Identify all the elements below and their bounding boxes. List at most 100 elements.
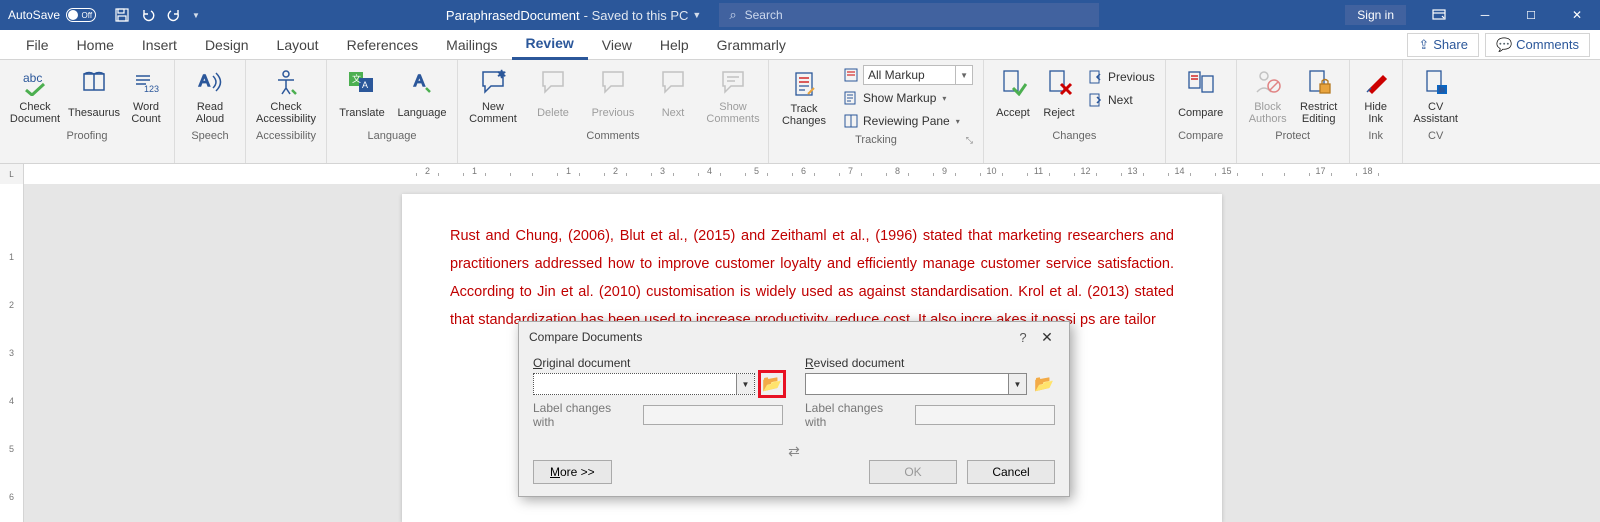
previous-change-button[interactable]: Previous [1084,66,1159,88]
autosave-toggle[interactable]: AutoSave Off [8,8,96,22]
chevron-down-icon[interactable]: ▼ [736,374,754,394]
delete-comment-button: Delete [524,64,582,128]
thesaurus-button[interactable]: Thesaurus [66,64,122,128]
toggle-switch[interactable]: Off [66,8,96,22]
group-comments: ✶ New Comment Delete Previous Next Show … [458,60,769,163]
svg-text:文: 文 [352,73,361,84]
ok-button[interactable]: OK [869,460,957,484]
vertical-ruler[interactable]: 123456 [0,184,24,522]
read-aloud-button[interactable]: A Read Aloud [181,64,239,128]
accept-button[interactable]: Accept [990,64,1036,128]
translate-button[interactable]: 文A Translate [333,64,391,128]
next-icon [1088,92,1104,108]
reject-button[interactable]: Reject [1038,64,1080,128]
share-icon: ⇪ [1418,37,1429,53]
revised-document-label: Revised document [805,356,1055,370]
chevron-down-icon[interactable]: ▾ [956,117,960,126]
block-authors-icon [1252,66,1284,98]
show-markup-button[interactable]: Show Markup▾ [839,87,977,109]
group-ink: Hide Ink Ink [1350,60,1403,163]
tab-references[interactable]: References [333,30,433,60]
check-accessibility-button[interactable]: Check Accessibility [252,64,320,128]
cancel-button[interactable]: Cancel [967,460,1055,484]
tab-grammarly[interactable]: Grammarly [703,30,800,60]
share-button[interactable]: ⇪Share [1407,33,1479,57]
word-count-button[interactable]: 123 Word Count [124,64,168,128]
save-icon[interactable] [114,7,130,23]
track-changes-button[interactable]: Track Changes [775,66,833,130]
track-changes-icon [788,68,820,100]
restrict-editing-icon [1303,66,1335,98]
help-button[interactable]: ? [1011,330,1035,345]
ribbon-display-options-icon[interactable] [1416,0,1462,30]
label-changes-with-revised: Label changes with [805,401,907,429]
reviewing-pane-icon [843,113,859,129]
previous-comment-icon [597,66,629,98]
svg-text:✶: ✶ [497,69,506,81]
next-comment-icon [657,66,689,98]
close-dialog-button[interactable]: ✕ [1035,329,1059,346]
tab-file[interactable]: File [12,30,63,60]
browse-original-folder-icon[interactable]: 📂 [761,373,783,395]
label-changes-with-original: Label changes with [533,401,635,429]
accept-icon [997,66,1029,98]
document-body-text[interactable]: Rust and Chung, (2006), Blut et al., (20… [450,222,1174,334]
undo-icon[interactable] [140,7,156,23]
ribbon-tabs: File Home Insert Design Layout Reference… [0,30,1600,60]
revised-document-combo[interactable]: ▼ [805,373,1027,395]
group-protect: Block Authors Restrict Editing Protect [1237,60,1350,163]
browse-revised-folder-icon[interactable]: 📂 [1033,373,1055,395]
tab-home[interactable]: Home [63,30,128,60]
next-change-button[interactable]: Next [1084,89,1159,111]
comments-button[interactable]: 💬Comments [1485,33,1590,57]
show-markup-icon [843,90,859,106]
redo-icon[interactable] [166,7,182,23]
group-speech: A Read Aloud Speech [175,60,246,163]
dialog-launcher-icon[interactable]: ⤡ [966,132,973,148]
swap-icon[interactable]: ⇄ [519,443,1069,460]
document-title[interactable]: ParaphrasedDocument - Saved to this PC ▼ [446,8,701,23]
chevron-down-icon[interactable]: ▼ [1008,374,1026,394]
show-comments-icon [717,66,749,98]
new-comment-button[interactable]: ✶ New Comment [464,64,522,128]
next-comment-button: Next [644,64,702,128]
group-language: 文A Translate A Language Language [327,60,458,163]
qat-dropdown-icon[interactable]: ▼ [192,11,200,20]
sign-in-button[interactable]: Sign in [1345,5,1406,25]
display-for-review-dropdown[interactable]: All Markup▼ [839,64,977,86]
chevron-down-icon[interactable]: ▼ [955,66,968,84]
restrict-editing-button[interactable]: Restrict Editing [1295,64,1343,128]
group-accessibility: Check Accessibility Accessibility [246,60,327,163]
check-document-button[interactable]: abc Check Document [6,64,64,128]
horizontal-ruler[interactable]: L 211234567891011121314151718 [0,164,1600,184]
tab-insert[interactable]: Insert [128,30,191,60]
more-button[interactable]: More >> [533,460,612,484]
thesaurus-icon [78,66,110,98]
spellcheck-icon: abc [19,66,51,98]
reviewing-pane-button[interactable]: Reviewing Pane▾ [839,110,977,132]
cv-assistant-button[interactable]: in CV Assistant [1409,64,1463,128]
tab-mailings[interactable]: Mailings [432,30,511,60]
accessibility-icon [270,66,302,98]
chevron-down-icon[interactable]: ▼ [692,10,701,20]
original-document-combo[interactable]: ▼ [533,373,755,395]
maximize-button[interactable]: ☐ [1508,0,1554,30]
svg-text:abc: abc [23,71,42,85]
language-button[interactable]: A Language [393,64,451,128]
group-tracking: Track Changes All Markup▼ Show Markup▾ R… [769,60,984,163]
compare-button[interactable]: Compare [1172,64,1230,128]
ruler-corner: L [0,164,24,184]
cv-assistant-icon: in [1420,66,1452,98]
tab-review[interactable]: Review [512,30,588,60]
close-button[interactable]: ✕ [1554,0,1600,30]
chevron-down-icon[interactable]: ▾ [942,94,946,103]
tab-help[interactable]: Help [646,30,703,60]
translate-icon: 文A [346,66,378,98]
word-count-icon: 123 [130,66,162,98]
tab-layout[interactable]: Layout [263,30,333,60]
hide-ink-button[interactable]: Hide Ink [1356,64,1396,128]
tab-design[interactable]: Design [191,30,263,60]
search-box[interactable]: ⌕ Search [719,3,1099,27]
tab-view[interactable]: View [588,30,646,60]
minimize-button[interactable]: ─ [1462,0,1508,30]
